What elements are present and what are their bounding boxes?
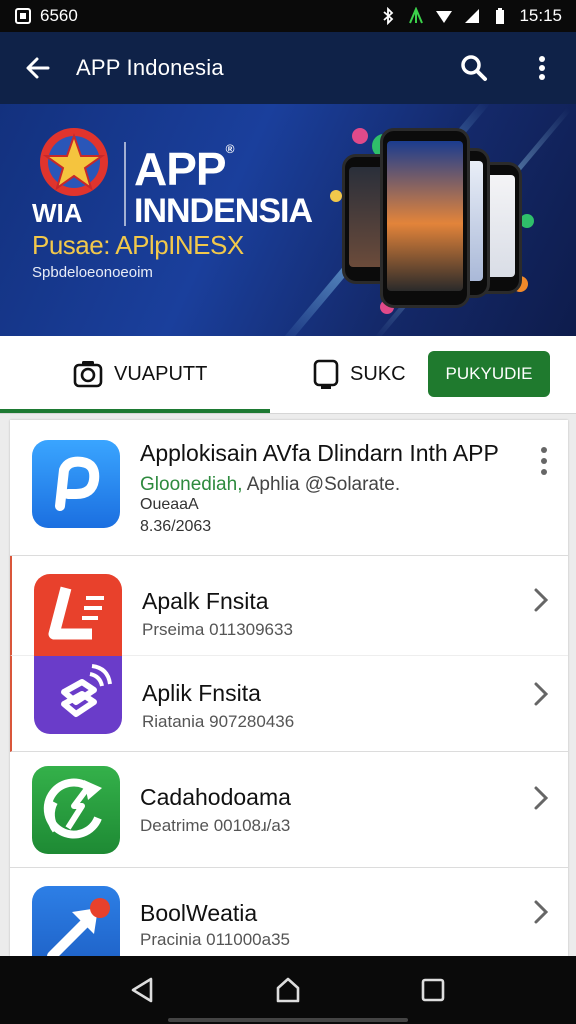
tab-sukc[interactable]: SUKC — [312, 336, 406, 412]
camera-icon — [73, 361, 103, 388]
banner-tagline: Pusae: APlpINESX — [32, 230, 244, 260]
list-item[interactable]: Cadahodoama Deatrime 00108ɹ/a3 — [10, 752, 568, 868]
list-item-title: Cadahodoama — [140, 784, 291, 810]
recents-icon — [422, 978, 445, 1002]
featured-date: 8.36/2063 — [140, 518, 212, 535]
promo-banner[interactable]: WIA APP® INNDENSIA Pusae: APlpINESX Spbd… — [0, 104, 576, 336]
nav-recents-button[interactable] — [403, 960, 463, 1020]
wifi-icon — [436, 11, 453, 23]
overflow-menu-button[interactable] — [508, 32, 576, 104]
toolbar-title: APP Indonesia — [76, 55, 224, 80]
more-vert-icon — [539, 56, 545, 80]
brand-logo-icon: WIA — [32, 128, 108, 226]
search-button[interactable] — [440, 32, 508, 104]
phone-icon — [313, 359, 339, 389]
app-screen: 6560 15:15 APP Indonesia WIA APP® INNDEN… — [0, 0, 576, 1024]
search-icon — [461, 55, 487, 81]
chevron-right-icon — [534, 900, 549, 924]
list-item[interactable]: BoolWeatia Pracinia 011000a35 — [10, 868, 568, 956]
screenshot-icon — [15, 8, 31, 24]
app-toolbar: APP Indonesia — [0, 32, 576, 104]
nav-back-button[interactable] — [113, 960, 173, 1020]
home-icon — [276, 977, 300, 1003]
banner-subtitle: Spbdeloeonoeoim — [32, 264, 153, 281]
cell-signal-icon — [465, 9, 480, 23]
pukyudie-button[interactable]: PUKYUDIE — [428, 351, 550, 397]
list-item-subtitle: Prseima 011309633 — [142, 620, 293, 639]
blue-arrow-app-icon — [32, 886, 120, 956]
list-item[interactable]: Aplik Fnsita Riatania 907280436 — [10, 656, 568, 752]
banner-title-line1: APP® — [134, 142, 234, 195]
system-nav-bar — [0, 956, 576, 1024]
list-item-title: Apalk Fnsita — [142, 588, 269, 614]
status-left-text: 6560 — [40, 6, 78, 25]
list-item-title: Aplik Fnsita — [142, 680, 261, 706]
tab-vuaputt-label: VUAPUTT — [114, 362, 208, 385]
featured-category: OueaaA — [140, 496, 199, 513]
back-button[interactable] — [0, 32, 76, 104]
list-item-subtitle: Pracinia 011000a35 — [140, 930, 290, 949]
list-item-featured[interactable]: Applokisain AVfa Dlindarn Inth APP Gloon… — [10, 420, 568, 556]
home-indicator — [168, 1018, 408, 1022]
chevron-right-icon — [534, 786, 549, 810]
list-item-subtitle: Deatrime 00108ɹ/a3 — [140, 816, 291, 835]
status-time: 15:15 — [519, 6, 562, 25]
banner-divider — [124, 142, 126, 226]
back-triangle-icon — [131, 977, 152, 1003]
bluetooth-icon — [383, 7, 394, 25]
tab-sukc-label: SUKC — [350, 362, 406, 385]
nav-home-button[interactable] — [258, 960, 318, 1020]
green-sync-app-icon — [32, 766, 120, 854]
banner-title-line2: INNDENSIA — [134, 192, 313, 230]
tab-bar: VUAPUTT SUKC PUKYUDIE — [0, 336, 576, 414]
status-bar: 6560 15:15 — [0, 0, 576, 32]
list-item[interactable]: Apalk Fnsita Prseima 011309633 — [10, 556, 568, 656]
list-item-subtitle: Riatania 907280436 — [142, 712, 295, 731]
more-vert-icon[interactable] — [540, 446, 548, 476]
tab-selected-indicator — [0, 409, 270, 413]
battery-icon — [496, 8, 505, 24]
phone-mockup-center — [380, 128, 470, 308]
purple-wifi-app-icon — [34, 656, 122, 734]
signal-green-icon — [409, 7, 424, 24]
app-list: Applokisain AVfa Dlindarn Inth APP Gloon… — [10, 420, 568, 956]
featured-title: Applokisain AVfa Dlindarn Inth APP — [140, 440, 499, 466]
back-arrow-icon — [26, 57, 50, 79]
chevron-right-icon — [534, 682, 549, 706]
red-l-app-icon — [34, 574, 122, 656]
list-item-title: BoolWeatia — [140, 900, 258, 926]
chevron-right-icon — [534, 588, 549, 612]
tab-vuaputt[interactable]: VUAPUTT — [72, 336, 207, 412]
featured-developer: Gloonediah, Aphlia @Solarate. — [140, 474, 401, 495]
svg-text:WIA: WIA — [32, 198, 83, 226]
blue-p-app-icon — [32, 440, 120, 528]
